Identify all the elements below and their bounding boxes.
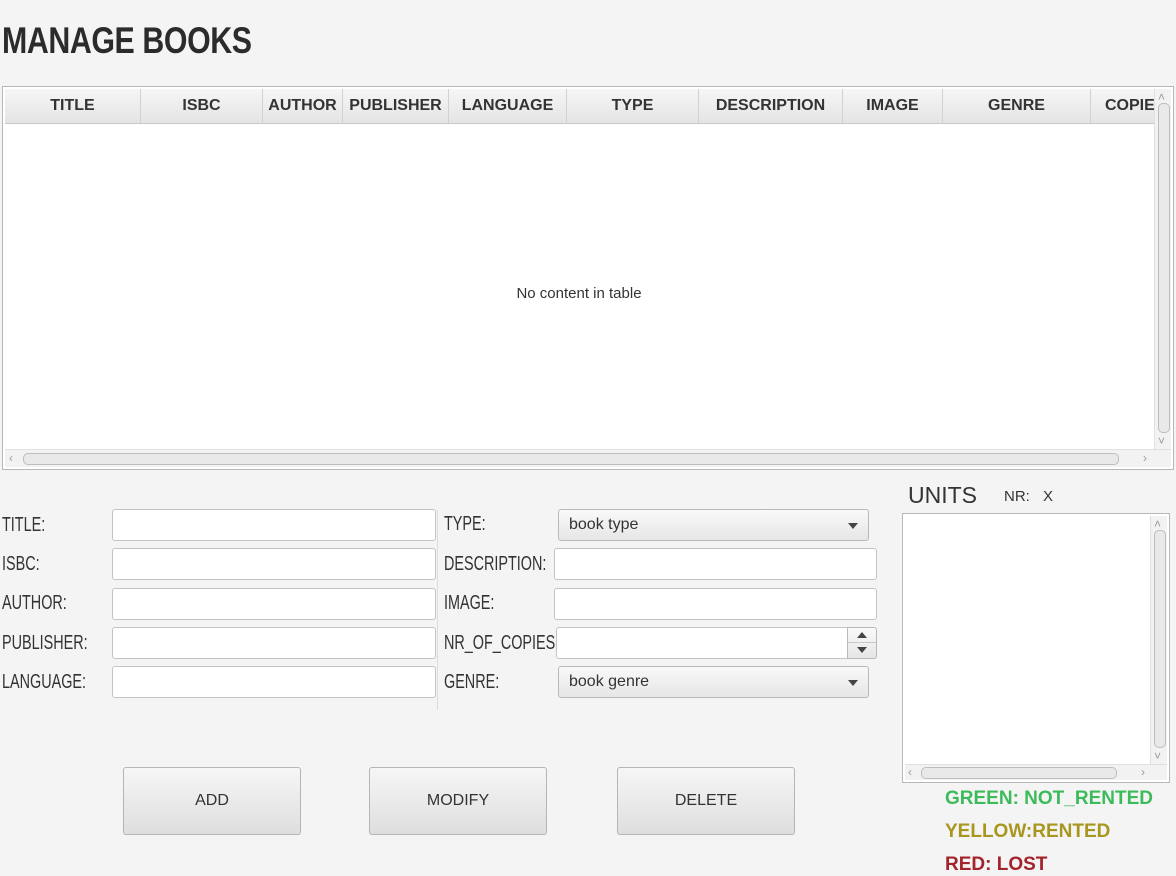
nr-value: X [1043,488,1054,505]
language-input[interactable] [112,666,436,698]
type-label: TYPE: [444,513,486,535]
genre-label: GENRE: [444,671,500,693]
column-header-isbc[interactable]: ISBC [141,89,263,123]
legend-yellow: YELLOW:RENTED [945,821,1111,842]
nr-label: NR: [1004,488,1030,505]
table-empty-message: No content in table [516,285,642,302]
chevron-down-icon [848,680,858,686]
type-select-value: book type [569,516,639,533]
legend-green: GREEN: NOT_RENTED [945,788,1153,809]
nr-of-copies-spinner[interactable] [847,627,877,659]
image-input[interactable] [554,588,877,620]
table-vertical-scrollbar[interactable]: ˄ ˅ [1154,89,1171,449]
scroll-left-icon[interactable]: ‹ [908,766,912,778]
legend-red: RED: LOST [945,854,1048,875]
isbc-label: ISBC: [2,553,40,575]
table-vertical-scroll-thumb[interactable] [1158,103,1170,433]
author-label: AUTHOR: [2,592,67,614]
author-input[interactable] [112,588,436,620]
genre-select[interactable]: book genre [558,666,869,698]
table-horizontal-scrollbar[interactable]: ‹ › [5,449,1171,467]
modify-button[interactable]: MODIFY [369,767,547,835]
books-table[interactable]: TITLE ISBC AUTHOR PUBLISHER LANGUAGE TYP… [2,86,1174,470]
table-header: TITLE ISBC AUTHOR PUBLISHER LANGUAGE TYP… [5,89,1155,124]
description-input[interactable] [554,548,877,580]
add-button[interactable]: ADD [123,767,301,835]
table-horizontal-scroll-thumb[interactable] [23,453,1119,465]
chevron-down-icon [848,523,858,529]
scroll-up-icon[interactable]: ˄ [1154,518,1161,530]
scroll-right-icon[interactable]: › [1143,452,1147,464]
page-title: MANAGE BOOKS [2,20,252,61]
genre-select-value: book genre [569,673,650,690]
units-list[interactable]: ˄ ˅ ‹ › [902,513,1170,783]
column-header-title[interactable]: TITLE [5,89,141,123]
column-header-image[interactable]: IMAGE [843,89,943,123]
column-header-description[interactable]: DESCRIPTION [699,89,843,123]
nr-of-copies-label: NR_OF_COPIES: [444,632,560,654]
title-label: TITLE: [2,514,46,536]
arrow-up-icon [857,632,867,638]
type-select[interactable]: book type [558,509,869,541]
units-vertical-scrollbar[interactable]: ˄ ˅ [1150,516,1167,764]
units-horizontal-scroll-thumb[interactable] [921,767,1117,779]
scroll-left-icon[interactable]: ‹ [9,452,13,464]
column-header-genre[interactable]: GENRE [943,89,1091,123]
form-divider [437,510,438,710]
arrow-down-icon [857,647,867,653]
decrement-button[interactable] [848,643,876,658]
description-label: DESCRIPTION: [444,553,547,575]
scroll-up-icon[interactable]: ˄ [1158,91,1165,103]
publisher-input[interactable] [112,627,436,659]
column-header-language[interactable]: LANGUAGE [449,89,567,123]
increment-button[interactable] [848,628,876,643]
scroll-right-icon[interactable]: › [1141,766,1145,778]
column-header-copies[interactable]: COPIES [1091,89,1155,123]
units-title: UNITS [908,482,977,508]
image-label: IMAGE: [444,592,495,614]
scroll-down-icon[interactable]: ˅ [1158,435,1165,447]
column-header-author[interactable]: AUTHOR [263,89,343,123]
column-header-publisher[interactable]: PUBLISHER [343,89,449,123]
isbc-input[interactable] [112,548,436,580]
units-horizontal-scrollbar[interactable]: ‹ › [905,764,1167,780]
nr-of-copies-input[interactable] [556,627,848,659]
column-header-type[interactable]: TYPE [567,89,699,123]
units-vertical-scroll-thumb[interactable] [1154,530,1166,748]
delete-button[interactable]: DELETE [617,767,795,835]
language-label: LANGUAGE: [2,671,87,693]
publisher-label: PUBLISHER: [2,632,88,654]
scroll-down-icon[interactable]: ˅ [1154,750,1161,762]
title-input[interactable] [112,509,436,541]
